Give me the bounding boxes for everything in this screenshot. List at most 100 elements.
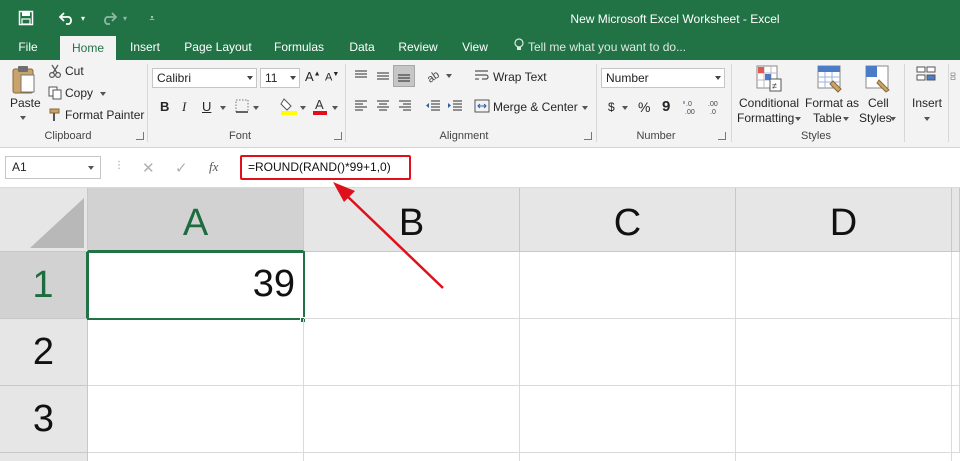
cut-button[interactable]: Cut <box>65 64 84 78</box>
format-painter-button[interactable]: Format Painter <box>65 108 144 122</box>
grow-font-icon[interactable]: A▲ <box>305 69 321 84</box>
delete-cells-icon[interactable] <box>950 64 960 94</box>
borders-dropdown-icon[interactable] <box>253 106 259 110</box>
italic-icon[interactable]: I <box>182 99 186 115</box>
number-launcher-icon[interactable] <box>718 132 726 140</box>
align-bottom-icon[interactable] <box>393 65 415 87</box>
insert-cells-button[interactable]: Insert <box>912 96 942 110</box>
merge-center-icon[interactable] <box>474 98 490 114</box>
cell-b4[interactable] <box>304 453 520 461</box>
fill-color-icon[interactable] <box>280 96 298 116</box>
font-name-select[interactable]: Calibri <box>152 68 257 88</box>
align-right-icon[interactable] <box>396 98 414 114</box>
row-header-1[interactable]: 1 <box>0 252 88 319</box>
paste-button[interactable]: Paste <box>10 96 41 110</box>
conditional-formatting-icon[interactable]: ≠ <box>755 64 783 94</box>
decrease-decimal-icon[interactable]: .00.0 <box>706 98 724 116</box>
tab-data[interactable]: Data <box>340 36 384 60</box>
fill-color-dropdown-icon[interactable] <box>300 106 306 110</box>
orientation-icon[interactable]: ab <box>424 66 444 84</box>
orientation-dropdown-icon[interactable] <box>446 74 452 78</box>
row-header-2[interactable]: 2 <box>0 319 88 386</box>
font-color-icon[interactable]: A <box>312 96 328 116</box>
enter-check-icon[interactable]: ✓ <box>175 159 188 177</box>
wrap-text-icon[interactable] <box>474 68 490 84</box>
cell-styles-icon[interactable] <box>864 64 892 94</box>
cell-a3[interactable] <box>88 386 304 453</box>
cell-d1[interactable] <box>736 252 952 319</box>
select-all-button[interactable] <box>0 188 88 252</box>
cancel-icon[interactable]: ✕ <box>142 159 155 177</box>
cell-a4[interactable] <box>88 453 304 461</box>
wrap-text-button[interactable]: Wrap Text <box>493 70 547 84</box>
align-left-icon[interactable] <box>352 98 370 114</box>
bold-icon[interactable]: B <box>160 99 169 114</box>
clipboard-launcher-icon[interactable] <box>136 132 144 140</box>
tab-view[interactable]: View <box>454 36 496 60</box>
name-box[interactable]: A1 <box>5 156 101 179</box>
copy-icon[interactable] <box>47 85 63 101</box>
font-launcher-icon[interactable] <box>334 132 342 140</box>
align-middle-icon[interactable] <box>374 68 392 84</box>
tab-review[interactable]: Review <box>392 36 444 60</box>
format-as-table-dropdown-icon[interactable] <box>843 117 849 121</box>
formula-input[interactable]: =ROUND(RAND()*99+1,0) <box>240 155 411 180</box>
cell-b1[interactable] <box>304 252 520 319</box>
cell-c2[interactable] <box>520 319 736 386</box>
column-header-d[interactable]: D <box>736 188 952 252</box>
percent-icon[interactable]: % <box>638 99 650 115</box>
conditional-formatting-label-2[interactable]: Formatting <box>737 111 794 125</box>
cell-d4[interactable] <box>736 453 952 461</box>
underline-dropdown-icon[interactable] <box>220 106 226 110</box>
cell-e1[interactable] <box>952 252 960 319</box>
number-format-select[interactable]: Number <box>601 68 725 88</box>
underline-icon[interactable]: U <box>202 99 211 114</box>
insert-function-icon[interactable]: fx <box>209 159 218 175</box>
currency-dropdown-icon[interactable] <box>622 106 628 110</box>
cell-styles-label-2[interactable]: Styles <box>859 111 892 125</box>
shrink-font-icon[interactable]: A▼ <box>325 71 339 84</box>
cell-c3[interactable] <box>520 386 736 453</box>
paste-icon[interactable] <box>10 64 36 96</box>
cell-b2[interactable] <box>304 319 520 386</box>
font-size-select[interactable]: 11 <box>260 68 300 88</box>
merge-center-button[interactable]: Merge & Center <box>493 100 578 114</box>
comma-style-icon[interactable]: 9 <box>662 98 670 115</box>
conditional-formatting-dropdown-icon[interactable] <box>795 117 801 121</box>
currency-icon[interactable]: $ <box>608 100 615 114</box>
insert-cells-dropdown-icon[interactable] <box>924 117 930 121</box>
copy-button[interactable]: Copy <box>65 86 93 100</box>
column-header-e[interactable] <box>952 188 960 252</box>
borders-icon[interactable] <box>234 98 250 114</box>
alignment-launcher-icon[interactable] <box>584 132 592 140</box>
tell-me-search[interactable]: Tell me what you want to do... <box>514 36 686 60</box>
tab-insert[interactable]: Insert <box>122 36 168 60</box>
cell-e3[interactable] <box>952 386 960 453</box>
cell-b3[interactable] <box>304 386 520 453</box>
cell-e2[interactable] <box>952 319 960 386</box>
cell-styles-dropdown-icon[interactable] <box>890 117 896 121</box>
tab-file[interactable]: File <box>8 36 48 60</box>
cell-c1[interactable] <box>520 252 736 319</box>
font-color-dropdown-icon[interactable] <box>332 106 338 110</box>
format-as-table-icon[interactable] <box>816 64 844 94</box>
resize-dots-icon[interactable]: ⋮ <box>114 160 124 171</box>
increase-decimal-icon[interactable]: .0.00 <box>683 98 701 116</box>
align-top-icon[interactable] <box>352 68 370 84</box>
merge-center-dropdown-icon[interactable] <box>582 106 588 110</box>
format-as-table-label-2[interactable]: Table <box>813 111 842 125</box>
conditional-formatting-label-1[interactable]: Conditional <box>739 96 799 110</box>
paste-dropdown-icon[interactable] <box>20 116 26 120</box>
tab-page-layout[interactable]: Page Layout <box>180 36 256 60</box>
decrease-indent-icon[interactable] <box>424 98 442 114</box>
cell-a1[interactable]: 39 <box>87 251 305 320</box>
cell-a2[interactable] <box>88 319 304 386</box>
format-as-table-label-1[interactable]: Format as <box>805 96 859 110</box>
increase-indent-icon[interactable] <box>446 98 464 114</box>
tab-home[interactable]: Home <box>60 36 116 60</box>
column-header-c[interactable]: C <box>520 188 736 252</box>
column-header-b[interactable]: B <box>304 188 520 252</box>
cell-d2[interactable] <box>736 319 952 386</box>
column-header-a[interactable]: A <box>88 188 304 252</box>
tab-formulas[interactable]: Formulas <box>268 36 330 60</box>
